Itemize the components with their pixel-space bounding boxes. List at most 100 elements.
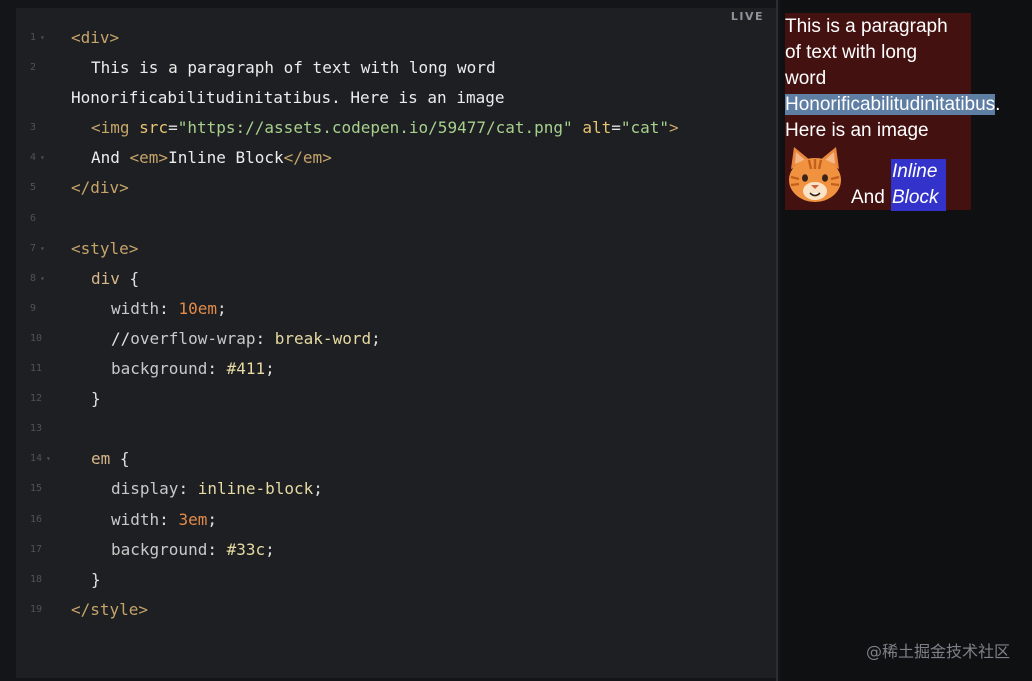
line-number-text: 18: [30, 573, 43, 585]
code-token: }: [91, 569, 101, 589]
em-line-2: Block: [892, 187, 939, 208]
line-number-text: 14: [30, 453, 43, 465]
code-token: div: [91, 268, 120, 288]
pane-divider[interactable]: [776, 0, 778, 681]
code-token: Honorificabilitudinitatibus. Here is an …: [71, 88, 505, 108]
line-number-text: 2: [30, 62, 37, 74]
code-text: </div>: [71, 173, 129, 203]
code-token: 3em: [178, 509, 208, 529]
line-number: 7 ▾: [30, 234, 60, 264]
line-number: 11: [30, 354, 60, 384]
line-number-text: 3: [30, 122, 37, 134]
code-token: And: [91, 148, 130, 168]
em-line-1: Inline: [892, 161, 938, 182]
code-text: background: #411;: [111, 354, 275, 384]
code-token: src: [139, 118, 169, 138]
code-token: =: [168, 118, 178, 138]
code-token: :: [207, 359, 227, 379]
code-line[interactable]: 17 background: #33c;: [16, 535, 776, 565]
fold-arrow-icon[interactable]: ▾: [40, 23, 45, 53]
code-editor[interactable]: LIVE 1 ▾ <div> 2 This is a paragraph of text…: [16, 8, 776, 678]
code-token: overflow-wrap: [130, 328, 256, 348]
code-token: <style>: [71, 238, 139, 258]
code-token: ;: [265, 359, 275, 379]
code-text: display: inline-block;: [111, 474, 323, 504]
fold-arrow-icon[interactable]: ▾: [40, 234, 45, 264]
code-token: :: [178, 479, 198, 499]
code-line[interactable]: 11 background: #411;: [16, 354, 776, 384]
code-line[interactable]: 15 display: inline-block;: [16, 474, 776, 504]
preview-and-text: And: [851, 187, 885, 208]
code-token: :: [159, 509, 179, 529]
code-text: And <em>Inline Block</em>: [91, 143, 332, 173]
code-token: Inline Block: [168, 148, 284, 168]
code-token: #33c: [226, 539, 266, 559]
line-number-text: 16: [30, 513, 43, 525]
code-line[interactable]: 3 <img src="https://assets.codepen.io/594…: [16, 113, 776, 143]
line-number: 1 ▾: [30, 23, 60, 53]
code-token: {: [110, 449, 130, 469]
code-token: 10em: [178, 298, 217, 318]
preview-line-4: Honorificabilitudinitatibus.: [785, 92, 1000, 118]
code-token: background: [111, 539, 208, 559]
line-number: 13: [30, 414, 60, 444]
code-text: <div>: [71, 23, 119, 53]
line-number-text: 4: [30, 152, 37, 164]
code-token: alt: [582, 118, 612, 138]
code-token: width: [111, 298, 160, 318]
code-line[interactable]: 2 This is a paragraph of text with long w…: [16, 53, 776, 83]
fold-arrow-icon[interactable]: ▾: [46, 444, 51, 474]
fold-arrow-icon[interactable]: ▾: [40, 143, 45, 173]
code-token: ;: [265, 539, 275, 559]
code-line[interactable]: 18}: [16, 565, 776, 595]
code-line[interactable]: 12}: [16, 384, 776, 414]
code-token: :: [159, 298, 179, 318]
code-token: This is a paragraph of text with long wo…: [91, 58, 496, 78]
code-line[interactable]: 8 ▾ div {: [16, 264, 776, 294]
fold-arrow-icon[interactable]: ▾: [40, 264, 45, 294]
screen: LIVE 1 ▾ <div> 2 This is a paragraph of text…: [0, 0, 1032, 681]
line-number: 14 ▾: [30, 444, 60, 474]
watermark: @稀土掘金技术社区: [865, 642, 1010, 661]
live-badge: LIVE: [730, 10, 764, 23]
code-text: Honorificabilitudinitatibus. Here is an …: [71, 83, 504, 113]
code-line[interactable]: 10 //overflow-wrap: break-word;: [16, 324, 776, 354]
code-text: <img src="https://assets.codepen.io/5947…: [91, 113, 679, 143]
code-line[interactable]: 13: [16, 414, 776, 444]
code-line[interactable]: 4 ▾ And <em>Inline Block</em>: [16, 143, 776, 173]
line-number: 6: [30, 204, 60, 234]
code-text: //overflow-wrap: break-word;: [111, 324, 381, 354]
code-line[interactable]: 16 width: 3em;: [16, 505, 776, 535]
line-number: 17: [30, 535, 60, 565]
code-token: <em>: [129, 148, 169, 168]
code-token: :: [207, 539, 227, 559]
code-line[interactable]: Honorificabilitudinitatibus. Here is an …: [16, 83, 776, 113]
code-token: }: [91, 389, 101, 409]
line-number-text: 9: [30, 302, 37, 314]
code-lines: 1 ▾ <div> 2 This is a paragraph of text with…: [16, 23, 776, 625]
code-text: div {: [91, 264, 139, 294]
code-line[interactable]: 6: [16, 204, 776, 234]
preview-line-1: This is a paragraph: [785, 16, 948, 37]
code-token: >: [669, 118, 679, 138]
code-line[interactable]: 5 </div>: [16, 173, 776, 203]
line-number: 19: [30, 595, 60, 625]
code-line[interactable]: 7 ▾ <style>: [16, 234, 776, 264]
line-number-text: 10: [30, 332, 43, 344]
code-text: </style>: [71, 595, 148, 625]
code-text: width: 3em;: [111, 505, 217, 535]
line-number: 12: [30, 384, 60, 414]
code-text: }: [91, 384, 101, 414]
code-line[interactable]: 9 width: 10em;: [16, 294, 776, 324]
code-token: </div>: [71, 178, 129, 198]
live-preview[interactable]: This is a paragraph of text with long wo…: [780, 0, 1032, 681]
code-token: background: [111, 359, 208, 379]
code-token: </em>: [283, 148, 332, 168]
code-line[interactable]: 19 </style>: [16, 595, 776, 625]
code-line[interactable]: 14 ▾ em {: [16, 444, 776, 474]
line-number-text: 19: [30, 603, 43, 615]
line-number: 2: [30, 53, 60, 83]
code-line[interactable]: 1 ▾ <div>: [16, 23, 776, 53]
line-number: 9: [30, 294, 60, 324]
code-token: width: [111, 509, 160, 529]
